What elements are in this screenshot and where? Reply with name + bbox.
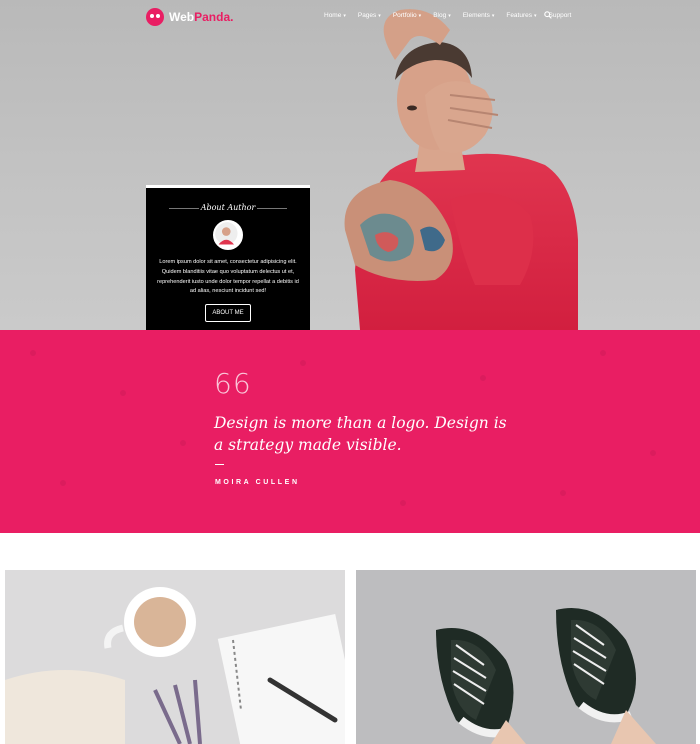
decor-dot (60, 480, 66, 486)
quote-text: Design is more than a logo. Design is a … (214, 414, 507, 454)
nav-label: Blog (433, 12, 447, 19)
divider (215, 464, 224, 465)
chevron-down-icon: ▾ (534, 12, 537, 19)
quote-author: MOIRA CULLEN (215, 479, 300, 486)
decor-dot (300, 360, 306, 366)
nav-label: Features (506, 12, 532, 19)
chevron-down-icon: ▾ (418, 12, 422, 19)
nav-portfolio[interactable]: Portfolio ▾ (393, 12, 421, 19)
brand-name-part1: Web (169, 10, 195, 24)
about-author-card: About Author Lorem ipsum dolor sit amet,… (146, 185, 310, 330)
decor-dot (180, 440, 186, 446)
brand-logo[interactable]: WebPanda. (146, 8, 233, 26)
nav-label: Home (324, 12, 342, 19)
decor-dot (650, 450, 656, 456)
photo-desk[interactable] (5, 570, 345, 744)
desk-image (5, 587, 345, 744)
decor-dot (120, 390, 126, 396)
nav-blog[interactable]: Blog ▾ (433, 12, 451, 19)
chevron-down-icon: ▾ (378, 12, 381, 19)
nav-label: Portfolio (392, 12, 417, 19)
quote-section: 66 Design is more than a logo. Design is… (0, 330, 700, 533)
decor-dot (400, 500, 406, 506)
decor-dot (30, 350, 36, 356)
search-icon[interactable] (544, 11, 552, 19)
avatar (213, 220, 243, 250)
nav-home[interactable]: Home ▾ (324, 12, 346, 19)
author-bio: Lorem ipsum dolor sit amet, consectetur … (157, 259, 299, 295)
decor-dot (600, 350, 606, 356)
nav-features[interactable]: Features ▾ (506, 12, 536, 19)
nav-pages[interactable]: Pages ▾ (358, 12, 381, 19)
hero-section: WebPanda. Home ▾ Pages ▾ Portfolio ▾ Blog ▾ … (0, 0, 700, 330)
decor-dot (480, 375, 486, 381)
brand-name: WebPanda. (169, 10, 233, 24)
chevron-down-icon: ▾ (491, 12, 495, 19)
photo-sneakers[interactable] (356, 570, 696, 744)
navbar: WebPanda. Home ▾ Pages ▾ Portfolio ▾ Blog ▾ … (0, 0, 700, 36)
card-heading: About Author (200, 203, 256, 212)
about-me-button[interactable]: ABOUT ME (205, 304, 251, 322)
decor-dot (560, 490, 566, 496)
brand-name-part2: Panda. (194, 10, 234, 24)
nav-label: Elements (462, 12, 490, 19)
page: WebPanda. Home ▾ Pages ▾ Portfolio ▾ Blog ▾ … (0, 0, 700, 744)
main-nav: Home ▾ Pages ▾ Portfolio ▾ Blog ▾ Elements ▾ … (324, 12, 571, 19)
quote-mark: 66 (214, 367, 252, 400)
panda-logo-icon (146, 8, 164, 26)
chevron-down-icon: ▾ (343, 12, 346, 19)
hero-image (344, 9, 578, 330)
chevron-down-icon: ▾ (448, 12, 451, 19)
nav-elements[interactable]: Elements ▾ (463, 12, 495, 19)
nav-label: Pages (357, 12, 377, 19)
sneakers-image (436, 608, 656, 744)
